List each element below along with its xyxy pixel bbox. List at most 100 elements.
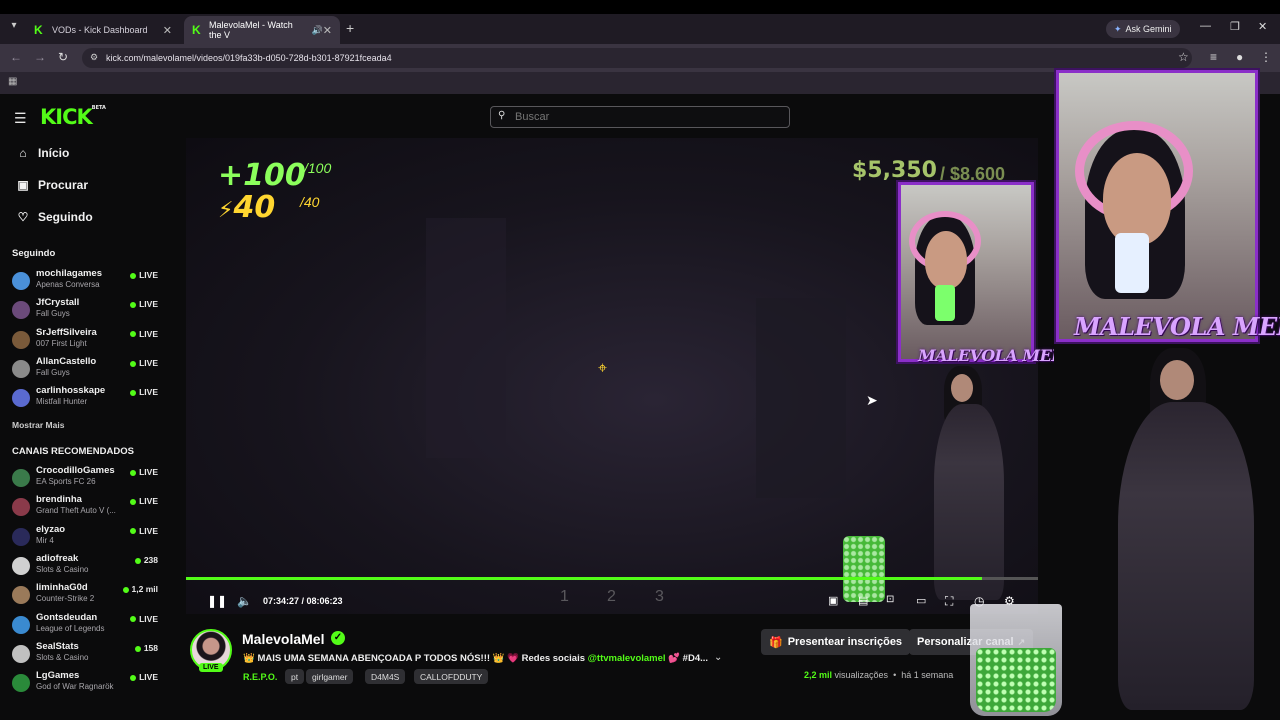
- ask-gemini-label: Ask Gemini: [1125, 24, 1172, 34]
- menu-kebab-icon[interactable]: ⋮: [1260, 50, 1272, 64]
- channel-name: Gontsdeudan: [36, 611, 98, 623]
- media-controls-icon[interactable]: ≡: [1210, 50, 1217, 64]
- pause-icon[interactable]: ❚❚: [207, 594, 227, 608]
- nav-label: Seguindo: [38, 210, 93, 224]
- sidebar-channel-row[interactable]: brendinha Grand Theft Auto V (... LIVE: [12, 494, 162, 522]
- tag[interactable]: D4M4S: [365, 669, 406, 684]
- title-text: 👑 MAIS UMA SEMANA ABENÇOADA P TODOS NÓS!…: [243, 653, 585, 664]
- gift-jar-fill: [976, 648, 1056, 712]
- sidebar-channel-row[interactable]: SrJeffSilveira 007 First Light LIVE: [12, 327, 162, 355]
- nav-label: Início: [38, 146, 70, 160]
- category-link[interactable]: R.E.P.O.: [243, 672, 277, 682]
- channel-category: Slots & Casino: [36, 652, 89, 662]
- volume-icon[interactable]: 🔈: [237, 594, 252, 608]
- maximize-button[interactable]: ❐: [1230, 20, 1240, 33]
- nav-home[interactable]: ⌂ Início: [16, 146, 69, 160]
- kick-favicon-icon: K: [34, 23, 43, 37]
- live-status: LIVE: [130, 358, 158, 368]
- live-status: LIVE: [130, 270, 158, 280]
- character-head: [1160, 360, 1194, 400]
- reload-icon[interactable]: ↻: [58, 50, 68, 64]
- close-icon[interactable]: ✕: [163, 24, 172, 37]
- sidebar-channel-row[interactable]: elyzao Mir 4 LIVE: [12, 524, 162, 552]
- gift-icon: 🎁: [769, 636, 783, 649]
- avatar: [12, 330, 30, 349]
- forward-icon[interactable]: →: [34, 50, 46, 64]
- browser-tab-vods[interactable]: K VODs - Kick Dashboard ✕: [26, 16, 180, 44]
- avatar: [12, 556, 30, 575]
- search-input[interactable]: [490, 106, 790, 128]
- speaker-icon[interactable]: 🔊: [312, 25, 323, 36]
- recommended-section-title: CANAIS RECOMENDADOS: [12, 446, 134, 457]
- url-field[interactable]: kick.com/malevolamel/videos/019fa33b-d05…: [82, 48, 1192, 68]
- browse-icon: ▣: [17, 178, 29, 192]
- channel-category: EA Sports FC 26: [36, 477, 96, 486]
- ask-gemini-button[interactable]: ✦ Ask Gemini: [1106, 20, 1180, 38]
- channel-name: AllanCastello: [36, 355, 97, 367]
- tag[interactable]: CALLOFDDUTY: [414, 669, 489, 684]
- hamburger-menu-icon[interactable]: ☰: [14, 110, 27, 127]
- cam-cup: [1115, 233, 1149, 293]
- kick-logo[interactable]: KICKBETA: [40, 105, 106, 129]
- channel-name[interactable]: MalevolaMel: [242, 631, 324, 647]
- tab-search-icon[interactable]: ▾: [6, 20, 22, 36]
- hud-energy: ⚡40: [218, 190, 275, 225]
- hud-health-max: /100: [304, 160, 332, 176]
- sidebar-channel-row[interactable]: CrocodilloGames EA Sports FC 26 LIVE: [12, 465, 162, 493]
- channel-category: League of Legends: [36, 623, 105, 633]
- chevron-down-icon[interactable]: ⌄: [714, 652, 722, 663]
- show-more-link[interactable]: Mostrar Mais: [12, 420, 64, 430]
- avatar: [12, 527, 30, 546]
- stream-title: 👑 MAIS UMA SEMANA ABENÇOADA P TODOS NÓS!…: [243, 653, 708, 664]
- window-top-strip: [0, 0, 1280, 14]
- new-tab-button[interactable]: +: [346, 20, 354, 36]
- live-badge: LIVE: [199, 663, 223, 672]
- sidebar-channel-row[interactable]: mochilagames Apenas Conversa LIVE: [12, 268, 162, 296]
- channel-name: SealStats: [36, 640, 79, 652]
- browser-tab-active[interactable]: K MalevolaMel - Watch the V 🔊 ✕: [184, 16, 340, 44]
- sidebar-channel-row[interactable]: adiofreak Slots & Casino 238: [12, 553, 162, 581]
- character-body: [1118, 402, 1254, 710]
- sidebar-channel-row[interactable]: JfCrystall Fall Guys LIVE: [12, 297, 162, 325]
- sidebar-channel-row[interactable]: SealStats Slots & Casino 158: [12, 641, 162, 669]
- search-icon: ⚲: [498, 110, 506, 121]
- theater-mode-icon[interactable]: ▭: [916, 594, 926, 607]
- webcam-overlay-large: [1056, 70, 1258, 342]
- sidebar-channel-row[interactable]: carlinhosskape Mistfall Hunter LIVE: [12, 385, 162, 413]
- channel-category: Fall Guys: [36, 367, 70, 377]
- sidebar-channel-row[interactable]: Gontsdeudan League of Legends LIVE: [12, 612, 162, 640]
- close-icon[interactable]: ✕: [323, 24, 332, 37]
- channel-category: Apenas Conversa: [36, 280, 100, 289]
- live-status: LIVE: [130, 329, 158, 339]
- clip-icon[interactable]: ▤: [858, 594, 868, 607]
- channel-name: CrocodilloGames: [36, 465, 115, 476]
- sparkle-icon: ✦: [1114, 23, 1122, 34]
- channel-category: God of War Ragnarök: [36, 682, 114, 692]
- nav-following[interactable]: ♡ Seguindo: [16, 210, 93, 224]
- tab-title: VODs - Kick Dashboard: [52, 25, 148, 35]
- sidebar-channel-row[interactable]: AllanCastello Fall Guys LIVE: [12, 356, 162, 384]
- profile-icon[interactable]: ●: [1236, 50, 1243, 64]
- channel-category: Counter-Strike 2: [36, 594, 95, 604]
- back-icon[interactable]: ←: [10, 50, 22, 64]
- live-status: LIVE: [130, 496, 158, 506]
- nav-browse[interactable]: ▣ Procurar: [16, 178, 88, 192]
- fullscreen-icon[interactable]: ⛶: [945, 594, 953, 609]
- site-info-icon[interactable]: ⚙: [90, 52, 98, 63]
- apps-grid-icon[interactable]: ▦: [8, 76, 17, 87]
- miniplayer-icon[interactable]: ▣: [828, 594, 838, 607]
- title-mention-link[interactable]: @ttvmalevolamel: [588, 653, 666, 664]
- cam-face: [1103, 153, 1171, 245]
- sidebar-channel-row[interactable]: LgGames God of War Ragnarök LIVE: [12, 670, 162, 698]
- logo-text: KICK: [40, 105, 93, 129]
- bookmark-star-icon[interactable]: ☆: [1178, 50, 1189, 64]
- close-window-button[interactable]: ✕: [1258, 20, 1267, 33]
- captions-icon[interactable]: ⊡: [886, 594, 894, 605]
- tag[interactable]: girlgamer: [306, 669, 354, 684]
- channel-name: mochilagames: [36, 268, 102, 279]
- sidebar-channel-row[interactable]: liminhaG0d Counter-Strike 2 1,2 mil: [12, 582, 162, 610]
- minimize-button[interactable]: —: [1200, 20, 1211, 32]
- avatar: [12, 498, 30, 517]
- gift-subs-button[interactable]: 🎁 Presentear inscrições: [761, 629, 911, 655]
- tag[interactable]: pt: [285, 669, 305, 684]
